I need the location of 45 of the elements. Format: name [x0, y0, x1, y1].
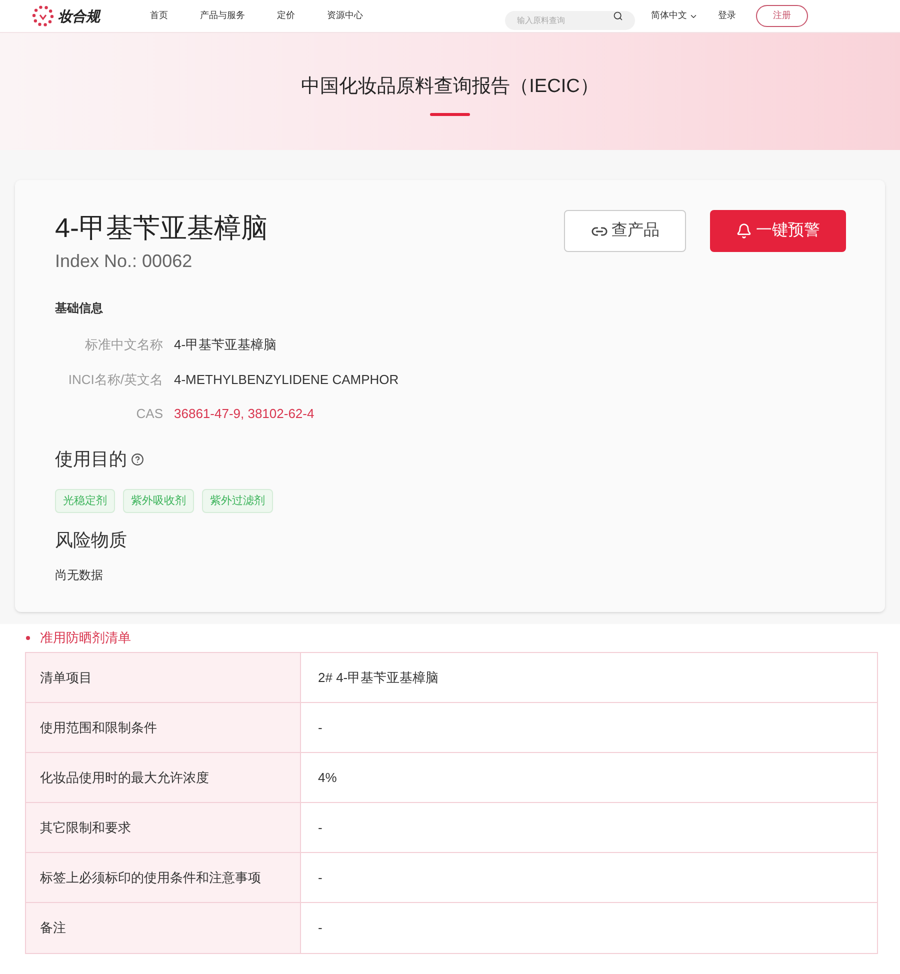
- purpose-tag: 光稳定剂: [55, 488, 115, 513]
- purpose-tag: 紫外过滤剂: [202, 488, 273, 513]
- register-button[interactable]: 注册: [756, 5, 808, 27]
- table-header-cell: 备注: [26, 903, 301, 953]
- bell-icon: [736, 223, 752, 239]
- table-header-cell: 其它限制和要求: [26, 803, 301, 852]
- table-header-cell: 标签上必须标印的使用条件和注意事项: [26, 853, 301, 902]
- bullet-icon: [26, 636, 30, 640]
- empty-text: 尚无数据: [55, 567, 104, 584]
- index-number: Index No.: 00062: [55, 250, 194, 273]
- table-header-cell: 化妆品使用时的最大允许浓度: [26, 753, 301, 802]
- table-cell-text: 4%: [317, 768, 338, 787]
- purpose-tag: 紫外吸收剂: [123, 488, 194, 513]
- field-value: 4-METHYLBENZYLIDENE CAMPHOR: [174, 370, 399, 388]
- table-cell-text: -: [317, 868, 324, 887]
- section-heading: 风险物质: [55, 529, 128, 552]
- table-cell-text: -: [317, 818, 324, 837]
- ingredient-name: 4-甲基苄亚基樟脑: [55, 212, 268, 245]
- table-cell-text: 2# 4-甲基苄亚基樟脑: [317, 668, 440, 687]
- products-button[interactable]: 查产品: [564, 210, 686, 252]
- alert-button[interactable]: 一键预警: [710, 210, 846, 252]
- login-link[interactable]: 登录: [718, 9, 736, 23]
- table-header-cell: 清单项目: [26, 653, 301, 702]
- search-icon[interactable]: [613, 10, 623, 20]
- nav-link[interactable]: 产品与服务: [200, 9, 245, 23]
- section-heading: 基础信息: [55, 300, 104, 317]
- table-cell-text: -: [317, 718, 324, 737]
- search-field[interactable]: 输入原料查询: [505, 10, 635, 30]
- field-label: 标准中文名称: [84, 336, 163, 354]
- logo-text[interactable]: 妆合规: [58, 6, 100, 26]
- field-label: CAS: [135, 405, 163, 423]
- nav-link[interactable]: 资源中心: [327, 9, 363, 23]
- banner-title: 中国化妆品原料查询报告（IECIC）: [301, 75, 599, 99]
- field-value[interactable]: 36861-47-9, 38102-62-4: [174, 404, 314, 424]
- nav-link[interactable]: 首页: [150, 9, 168, 23]
- table-cell-text: -: [317, 919, 324, 938]
- logo-icon: [32, 5, 54, 27]
- nav-link[interactable]: 定价: [277, 9, 295, 23]
- help-icon[interactable]: [131, 452, 144, 466]
- table-header-cell: 使用范围和限制条件: [26, 703, 301, 752]
- language-dropdown[interactable]: 简体中文: [651, 9, 698, 23]
- field-label: INCI名称/英文名: [67, 370, 163, 388]
- field-value: 4-甲基苄亚基樟脑: [174, 336, 277, 354]
- section-heading: 使用目的: [55, 448, 127, 470]
- list-title: 准用防晒剂清单: [40, 629, 131, 648]
